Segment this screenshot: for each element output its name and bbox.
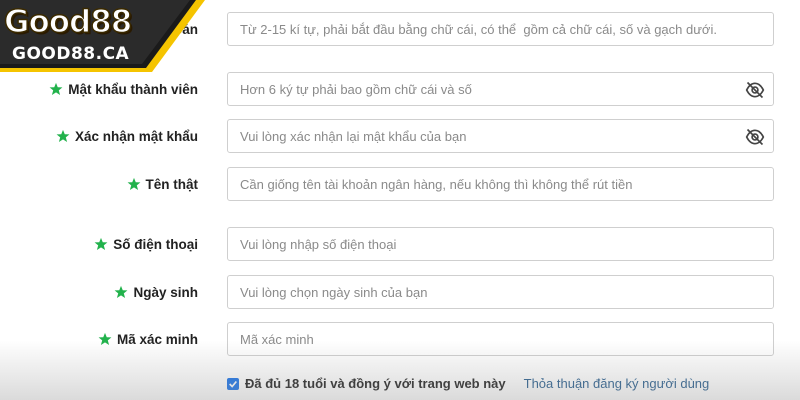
phone-row: Số điện thoại	[0, 227, 800, 261]
verification-code-label: Mã xác minh	[98, 322, 198, 356]
logo-wordmark: Good88	[3, 3, 133, 41]
real-name-label-text: Tên thật	[145, 176, 199, 192]
verification-code-field[interactable]	[227, 322, 774, 356]
real-name-field[interactable]	[227, 167, 774, 201]
star-icon	[127, 177, 141, 191]
eye-slash-icon[interactable]	[745, 128, 765, 146]
birthdate-input[interactable]	[240, 284, 773, 300]
real-name-row: Tên thật	[0, 167, 800, 201]
star-icon	[49, 82, 63, 96]
verification-code-input[interactable]	[240, 331, 773, 347]
logo-domain: GOOD88.CA	[12, 44, 130, 64]
password-label: Mật khẩu thành viên	[49, 72, 198, 106]
username-input[interactable]	[240, 21, 773, 37]
username-field[interactable]	[227, 12, 774, 46]
agree-label: Đã đủ 18 tuổi và đồng ý với trang web nà…	[245, 376, 506, 391]
eye-slash-icon[interactable]	[745, 81, 765, 99]
phone-input[interactable]	[240, 236, 773, 252]
confirm-password-input[interactable]	[240, 128, 773, 144]
agreement-row: Đã đủ 18 tuổi và đồng ý với trang web nà…	[227, 376, 709, 391]
phone-label: Số điện thoại	[94, 227, 198, 261]
phone-label-text: Số điện thoại	[113, 236, 198, 252]
password-row: Mật khẩu thành viên	[0, 72, 800, 106]
birthdate-label: Ngày sinh	[114, 275, 198, 309]
real-name-label: Tên thật	[127, 167, 199, 201]
star-icon	[56, 129, 70, 143]
confirm-password-label-text: Xác nhận mật khẩu	[74, 128, 198, 144]
star-icon	[98, 332, 112, 346]
password-label-text: Mật khẩu thành viên	[68, 81, 198, 97]
birthdate-row: Ngày sinh	[0, 275, 800, 309]
agree-checkbox[interactable]	[227, 377, 239, 390]
verification-code-label-text: Mã xác minh	[116, 331, 198, 347]
birthdate-label-text: Ngày sinh	[133, 284, 198, 300]
real-name-input[interactable]	[240, 176, 773, 192]
birthdate-field[interactable]	[227, 275, 774, 309]
password-field[interactable]	[227, 72, 774, 106]
checkmark-icon	[229, 380, 237, 388]
confirm-password-label: Xác nhận mật khẩu	[56, 119, 198, 153]
brand-logo[interactable]: Good88 GOOD88.CA	[0, 0, 205, 72]
star-icon	[114, 285, 128, 299]
verification-code-row: Mã xác minh	[0, 322, 800, 356]
password-input[interactable]	[240, 81, 773, 97]
user-agreement-link[interactable]: Thỏa thuận đăng ký người dùng	[524, 376, 710, 391]
confirm-password-row: Xác nhận mật khẩu	[0, 119, 800, 153]
star-icon	[94, 237, 108, 251]
phone-field[interactable]	[227, 227, 774, 261]
confirm-password-field[interactable]	[227, 119, 774, 153]
